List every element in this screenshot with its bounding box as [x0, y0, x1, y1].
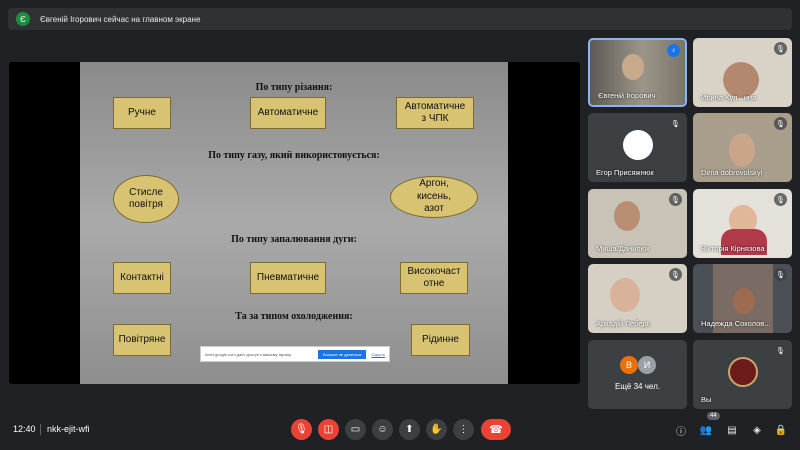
- present-icon[interactable]: ⬆: [399, 419, 420, 440]
- box-automatic-cnc: Автоматичне з ЧПК: [396, 97, 474, 129]
- participant-tile[interactable]: 🎙 Надежда Соколов...: [693, 264, 792, 333]
- avatar: В: [620, 356, 638, 374]
- self-tile[interactable]: 🎙 Вы: [693, 340, 792, 409]
- box-contact: Контактні: [113, 262, 171, 294]
- mic-off-icon: 🎙: [774, 268, 787, 281]
- slide-heading-gas: По типу газу, який використовується:: [208, 150, 380, 161]
- captions-icon[interactable]: ▭: [345, 419, 366, 440]
- participant-tile[interactable]: 🎙 Ирина Кул...ина: [693, 38, 792, 107]
- meeting-code: nkk-ejit-wfi: [47, 424, 90, 434]
- participant-tile[interactable]: 🎙 Миша Данилюк: [588, 189, 687, 258]
- camera-off-icon[interactable]: ◫: [318, 419, 339, 440]
- presentation-stage: По типу різання: Ручне Автоматичне Автом…: [9, 62, 580, 384]
- participant-name: Євгеній Ігорович: [598, 91, 656, 100]
- participant-face: [610, 278, 640, 312]
- avatar: И: [638, 356, 656, 374]
- slide-heading-ignition: По типу запалювання дуги:: [231, 234, 357, 245]
- participant-name: Dima dobrovolskyi: [701, 168, 763, 177]
- bottom-controls-bar: 12:40 nkk-ejit-wfi 🎙 ◫ ▭ ☺ ⬆ ✋ ⋮ ☎ ⓘ 44 …: [0, 410, 800, 450]
- activities-icon[interactable]: ◈: [750, 423, 764, 437]
- presentation-slide: По типу різання: Ручне Автоматичне Автом…: [80, 62, 508, 384]
- participant-tile[interactable]: 🎙 Егор Присяжнюк: [588, 113, 687, 182]
- emoji-icon[interactable]: ☺: [372, 419, 393, 440]
- participant-name: Егор Присяжнюк: [596, 168, 654, 177]
- slide-heading-cooling: Та за типом охолодження:: [235, 311, 353, 322]
- people-icon[interactable]: 👥: [699, 423, 713, 437]
- hangup-icon[interactable]: ☎: [481, 419, 511, 440]
- more-participants-label: Ещё 34 чел.: [615, 382, 660, 391]
- participant-face: [614, 201, 640, 231]
- banner-text: Євгеній Ігорович сейчас на главном экран…: [40, 14, 201, 24]
- mic-off-icon: 🎙: [669, 193, 682, 206]
- hide-notice-link[interactable]: Скрыть: [371, 352, 385, 357]
- participant-tile[interactable]: ♪ Євгеній Ігорович: [588, 38, 687, 107]
- participant-tile[interactable]: 🎙 Аркадій Лебедь: [588, 264, 687, 333]
- participants-count-badge: 44: [707, 412, 720, 420]
- more-participants-tile[interactable]: В И Ещё 34 чел.: [588, 340, 687, 409]
- presenter-avatar-icon: Є: [16, 12, 30, 26]
- participant-name: Аркадій Лебедь: [596, 319, 651, 328]
- info-icon[interactable]: ⓘ: [674, 423, 688, 438]
- oval-compressed-air: Стисле повітря: [113, 175, 179, 223]
- mic-off-icon[interactable]: 🎙: [291, 419, 312, 440]
- mic-off-icon: 🎙: [669, 117, 682, 130]
- hand-icon[interactable]: ✋: [426, 419, 447, 440]
- participant-name: Вікторія Кірнязова: [701, 244, 765, 253]
- screen-share-notice: meet.google.com дает доступ к вашему экр…: [200, 346, 390, 362]
- lock-icon[interactable]: 🔒: [774, 423, 788, 437]
- participant-tile[interactable]: 🎙 Dima dobrovolskyi: [693, 113, 792, 182]
- box-pneumatic: Пневматичне: [250, 262, 326, 294]
- stop-sharing-button[interactable]: Больше не делиться: [317, 349, 367, 359]
- presenting-banner: Є Євгеній Ігорович сейчас на главном экр…: [8, 8, 792, 30]
- oval-argon-oxygen-nitrogen: Аргон, кисень, азот: [390, 176, 478, 218]
- participant-face: [622, 54, 644, 80]
- participant-face: [729, 133, 755, 167]
- more-icon[interactable]: ⋮: [453, 419, 474, 440]
- slide-heading-cutting: По типу різання:: [255, 82, 333, 93]
- divider: [40, 424, 41, 435]
- mic-off-icon: 🎙: [774, 193, 787, 206]
- box-high-frequency: Високочаст отне: [400, 262, 468, 294]
- avatar: [727, 356, 758, 387]
- chat-icon[interactable]: ▤: [725, 423, 739, 437]
- mic-off-icon: 🎙: [774, 42, 787, 55]
- mic-off-icon: 🎙: [669, 268, 682, 281]
- participant-face: [733, 288, 755, 314]
- screen-share-message: meet.google.com дает доступ к вашему экр…: [205, 351, 292, 357]
- box-manual: Ручне: [113, 97, 171, 129]
- participant-name: Ирина Кул...ина: [701, 93, 757, 102]
- participant-name: Вы: [701, 395, 712, 404]
- speaking-icon: ♪: [667, 44, 680, 57]
- participant-tile[interactable]: 🎙 Вікторія Кірнязова: [693, 189, 792, 258]
- mic-off-icon: 🎙: [774, 344, 787, 357]
- box-automatic: Автоматичне: [250, 97, 326, 129]
- mic-off-icon: 🎙: [774, 117, 787, 130]
- avatar: [622, 129, 653, 160]
- meeting-time: 12:40: [13, 424, 36, 434]
- participant-name: Надежда Соколов...: [701, 319, 771, 328]
- box-air: Повітряне: [113, 324, 171, 356]
- box-liquid: Рідинне: [411, 324, 470, 356]
- participant-name: Миша Данилюк: [596, 244, 650, 253]
